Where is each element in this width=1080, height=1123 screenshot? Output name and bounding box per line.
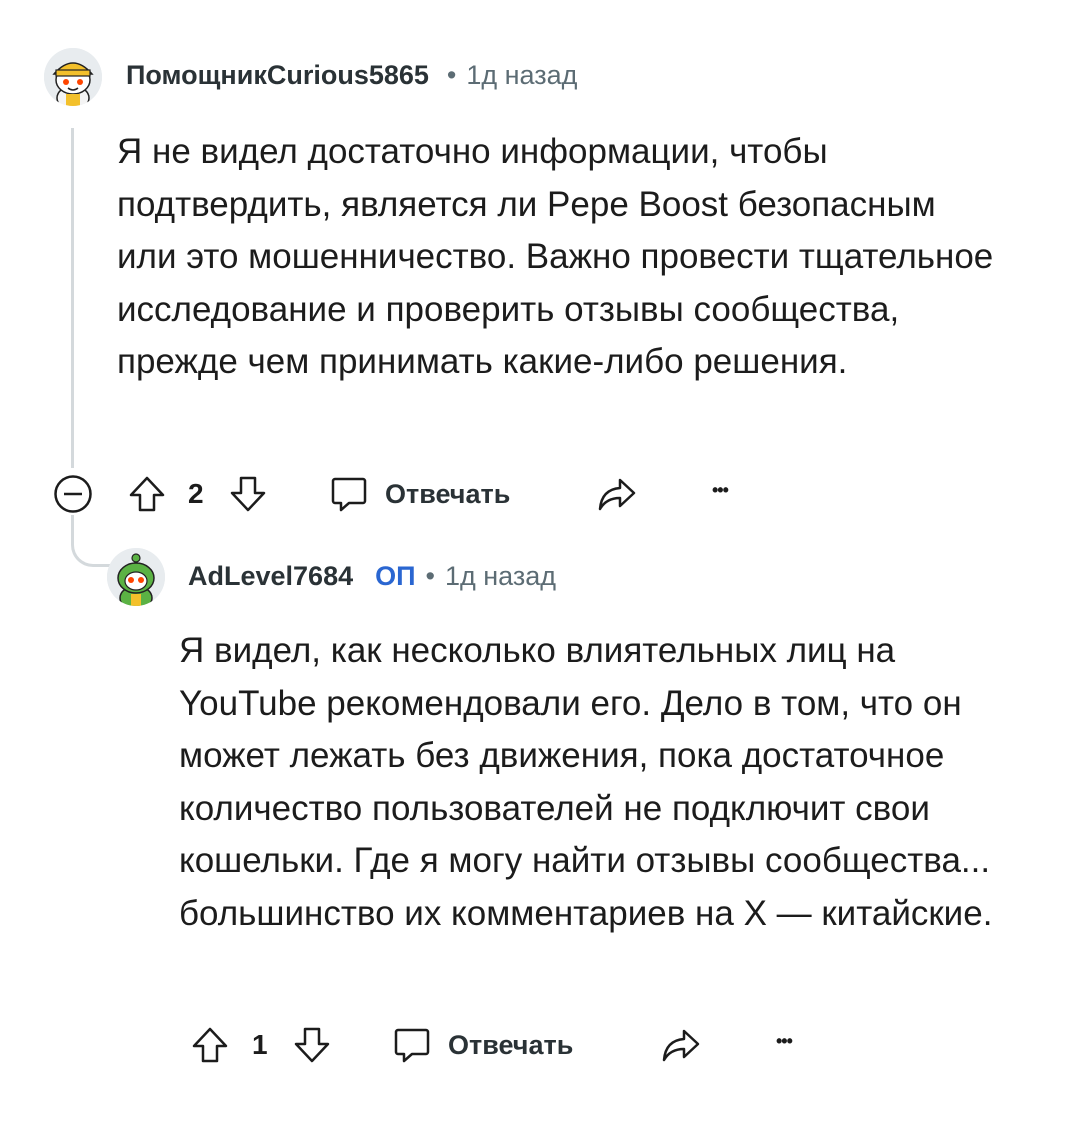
snoo-green-avatar-icon <box>107 548 165 606</box>
collapse-minus-icon <box>54 475 92 513</box>
comment-header: AdLevel7684 ОП • 1д назад <box>188 561 556 592</box>
downvote-arrow-icon <box>230 476 266 512</box>
thread-branch <box>71 515 111 567</box>
comment-header: ПомощникCurious5865 • 1д назад <box>126 60 577 91</box>
snoo-yellow-hat-avatar-icon <box>44 48 102 106</box>
vote-count: 2 <box>188 478 204 509</box>
collapse-button[interactable] <box>53 474 93 514</box>
thread-line[interactable] <box>71 128 74 468</box>
downvote-button[interactable] <box>228 474 268 514</box>
timestamp[interactable]: 1д назад <box>445 561 556 592</box>
upvote-arrow-icon <box>192 1027 228 1063</box>
chat-bubble-icon <box>394 1028 430 1063</box>
timestamp[interactable]: 1д назад <box>466 60 577 91</box>
upvote-button[interactable] <box>190 1025 230 1065</box>
share-button[interactable] <box>660 1025 702 1065</box>
upvote-button[interactable] <box>127 474 167 514</box>
share-button[interactable] <box>596 474 638 514</box>
comment-body: Я не видел достаточно информации, чтобы … <box>117 132 994 381</box>
chat-bubble-icon <box>331 477 367 512</box>
separator: • <box>425 561 435 591</box>
username[interactable]: ПомощникCurious5865 <box>126 60 429 91</box>
avatar[interactable] <box>44 48 102 106</box>
downvote-button[interactable] <box>292 1025 332 1065</box>
share-arrow-icon <box>662 1029 700 1062</box>
username[interactable]: AdLevel7684 <box>188 561 353 592</box>
comment-body: Я видел, как несколько влиятельных лиц н… <box>179 631 993 933</box>
reply-label: Отвечать <box>448 1029 574 1060</box>
more-options-button[interactable]: ••• <box>712 480 729 501</box>
upvote-arrow-icon <box>129 476 165 512</box>
share-arrow-icon <box>598 478 636 511</box>
separator: • <box>446 60 457 90</box>
reply-button[interactable]: Отвечать <box>392 1025 573 1065</box>
reply-label: Отвечать <box>385 478 511 509</box>
downvote-arrow-icon <box>294 1027 330 1063</box>
vote-count: 1 <box>252 1029 268 1060</box>
reply-button[interactable]: Отвечать <box>329 474 510 514</box>
op-badge: ОП <box>375 561 416 591</box>
more-options-button[interactable]: ••• <box>776 1031 793 1052</box>
avatar[interactable] <box>107 548 165 606</box>
